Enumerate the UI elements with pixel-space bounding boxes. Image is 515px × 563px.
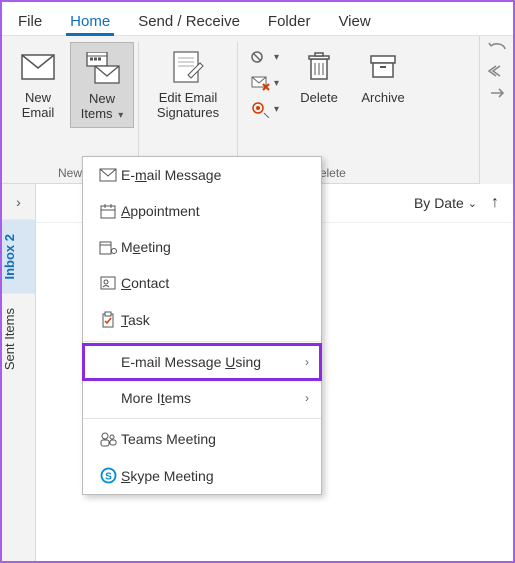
contact-icon [95,275,121,291]
sidebar-inbox[interactable]: Inbox 2 [2,220,35,294]
menu-email-message[interactable]: E-mail Message [83,157,321,193]
quick-bar [479,36,513,184]
chevron-down-icon: ▾ [274,104,279,115]
folder-sidebar: › Inbox 2 Sent Items [2,184,36,561]
new-items-icon [83,47,121,89]
tab-view[interactable]: View [324,6,384,35]
undo-icon[interactable] [487,42,507,56]
ignore-button[interactable]: ▾ [248,46,281,68]
chevron-right-icon: › [305,391,309,405]
cleanup-button[interactable]: ▾ [248,72,281,94]
teams-icon [95,431,121,447]
cleanup-icon [250,74,272,92]
task-icon [95,311,121,329]
tab-file[interactable]: File [4,6,56,35]
archive-button[interactable]: Archive [351,42,415,109]
chevron-down-icon: ▾ [118,110,123,121]
menu-more-items[interactable]: More Items › [83,380,321,416]
new-items-dropdown: E-mail Message Appointment Meeting Conta… [82,156,322,495]
envelope-icon [95,168,121,182]
ignore-icon [250,48,272,66]
junk-icon [250,100,272,118]
meeting-icon [95,239,121,255]
sort-ascending-icon[interactable]: ↑ [491,194,499,212]
menu-teams-meeting[interactable]: Teams Meeting [83,421,321,457]
menu-meeting[interactable]: Meeting [83,229,321,265]
tab-home[interactable]: Home [56,6,124,35]
skype-icon: S [95,467,121,484]
svg-text:S: S [105,472,112,483]
edit-signatures-label: Edit Email Signatures [157,90,219,120]
archive-icon [368,46,398,88]
menu-contact[interactable]: Contact [83,265,321,301]
forward-icon[interactable] [487,86,507,100]
sidebar-sent-items[interactable]: Sent Items [2,294,35,384]
chevron-right-icon: › [305,355,309,369]
chevron-down-icon: ▾ [274,78,279,89]
tabs-bar: File Home Send / Receive Folder View [2,2,513,36]
archive-label: Archive [361,90,404,105]
menu-skype-meeting[interactable]: S Skype Meeting [83,457,321,494]
sort-by-date-button[interactable]: By Date ⌄ [414,195,477,211]
delete-button[interactable]: Delete [287,42,351,109]
new-email-label: New Email [22,90,55,120]
menu-appointment[interactable]: Appointment [83,193,321,229]
tab-send-receive[interactable]: Send / Receive [124,6,254,35]
menu-task[interactable]: Task [83,301,321,339]
reply-all-icon[interactable] [486,64,508,78]
new-email-button[interactable]: New Email [6,42,70,124]
tab-folder[interactable]: Folder [254,6,325,35]
chevron-down-icon: ▾ [274,52,279,63]
edit-signatures-button[interactable]: Edit Email Signatures [143,42,233,124]
signature-icon [171,46,205,88]
envelope-icon [21,46,55,88]
junk-button[interactable]: ▾ [248,98,281,120]
new-items-label: New Items ▾ [81,91,123,123]
delete-label: Delete [300,90,338,105]
new-items-button[interactable]: New Items ▾ [70,42,134,128]
chevron-down-icon: ⌄ [468,197,477,210]
calendar-icon [95,203,121,219]
trash-icon [305,46,333,88]
expand-sidebar-icon[interactable]: › [16,184,21,220]
menu-email-using[interactable]: E-mail Message Using › [83,344,321,380]
sort-label: By Date [414,195,464,211]
